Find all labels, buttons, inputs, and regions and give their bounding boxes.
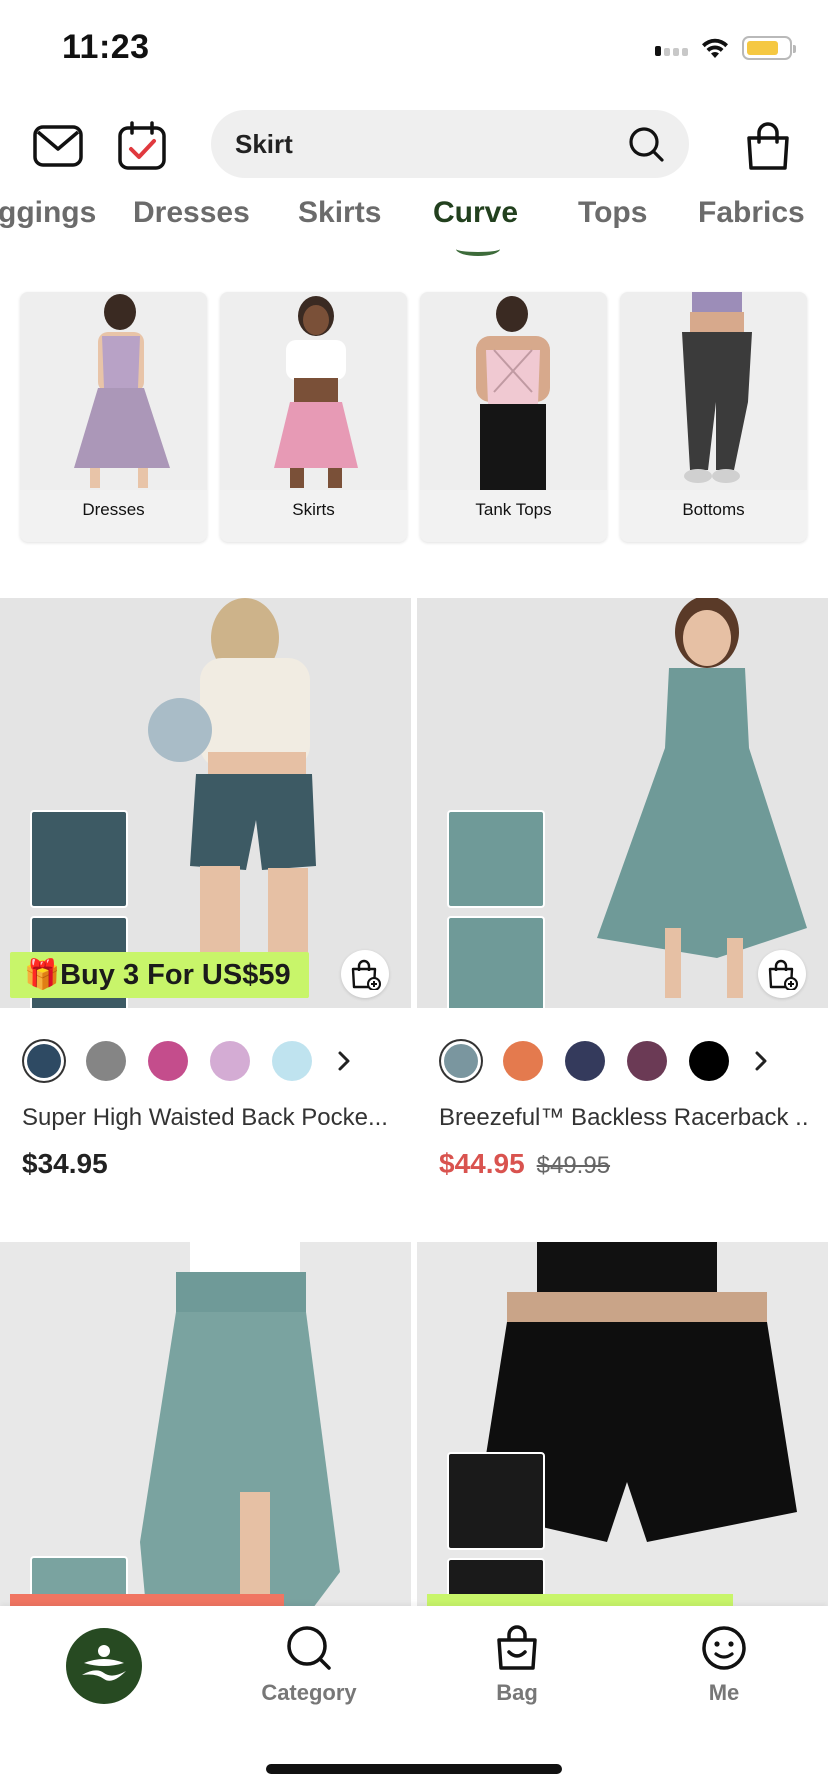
search-input[interactable]: Skirt (235, 129, 627, 160)
color-swatch[interactable] (86, 1041, 126, 1081)
category-card-bottoms[interactable]: Bottoms (620, 292, 807, 542)
brand-logo-icon[interactable] (66, 1628, 142, 1704)
home-indicator (266, 1764, 562, 1774)
color-swatch[interactable] (444, 1044, 478, 1078)
color-swatch[interactable] (210, 1041, 250, 1081)
product-image[interactable] (417, 598, 828, 1008)
thumbnail-image[interactable] (30, 810, 128, 908)
category-label: Tank Tops (475, 500, 552, 519)
promo-badge (10, 1594, 284, 1606)
product-image[interactable] (0, 1242, 411, 1606)
category-label: Bottoms (682, 500, 745, 519)
face-icon (702, 1626, 746, 1670)
product-photo (0, 1242, 411, 1606)
thumbnail-image[interactable] (447, 1452, 545, 1550)
product-card[interactable]: 🎁Buy 3 For US$59 Super High Waisted Back… (0, 598, 411, 1180)
status-bar: 11:23 (0, 0, 828, 96)
tab-curve[interactable]: Curve (433, 196, 518, 230)
category-tabs: ggings Dresses Skirts Curve Tops Fabrics (0, 190, 828, 260)
thumbnail-strip (447, 1452, 545, 1606)
chevron-right-icon[interactable] (751, 1051, 771, 1071)
tab-skirts[interactable]: Skirts (298, 196, 381, 230)
product-card[interactable] (0, 1242, 411, 1606)
product-sale-price: $44.95 (439, 1148, 525, 1179)
category-image (20, 292, 207, 490)
calendar-check-icon[interactable] (114, 118, 170, 174)
thumbnail-image[interactable] (447, 916, 545, 1008)
tab-me[interactable]: Me (664, 1624, 784, 1706)
color-swatch[interactable] (27, 1044, 61, 1078)
category-card-skirts[interactable]: Skirts (220, 292, 407, 542)
product-image[interactable] (417, 1242, 828, 1606)
tab-leggings[interactable]: ggings (0, 196, 96, 230)
product-name[interactable]: Breezeful™ Backless Racerback ... (439, 1104, 809, 1132)
color-swatch[interactable] (272, 1041, 312, 1081)
category-card-tank-tops[interactable]: Tank Tops (420, 292, 607, 542)
promo-badge (427, 1594, 733, 1606)
add-to-bag-icon (351, 959, 381, 990)
product-image[interactable]: 🎁Buy 3 For US$59 (0, 598, 411, 1008)
envelope-icon[interactable] (30, 118, 86, 174)
search-icon[interactable] (627, 125, 665, 163)
category-card-dresses[interactable]: Dresses (20, 292, 207, 542)
category-label: Skirts (292, 500, 335, 519)
tab-label: Category (261, 1680, 357, 1705)
tab-fabrics[interactable]: Fabrics (698, 196, 805, 230)
add-to-bag-icon (768, 959, 798, 990)
product-price: $34.95 (22, 1148, 108, 1179)
thumbnail-image[interactable] (447, 810, 545, 908)
tab-tops[interactable]: Tops (578, 196, 647, 230)
product-card[interactable] (417, 1242, 828, 1606)
category-image (420, 292, 607, 490)
price-row: $44.95 $49.95 (439, 1148, 828, 1180)
color-swatch[interactable] (503, 1041, 543, 1081)
cellular-signal-icon (655, 40, 688, 56)
product-original-price: $49.95 (536, 1152, 611, 1179)
battery-icon (742, 36, 796, 60)
thumbnail-strip (447, 810, 545, 1008)
tab-category[interactable]: Category (249, 1624, 369, 1706)
subcategory-row: Dresses Skirts Tank Tops Bottoms (20, 292, 807, 542)
color-swatch[interactable] (689, 1041, 729, 1081)
search-bar[interactable]: Skirt (211, 110, 689, 178)
price-row: $34.95 (22, 1148, 411, 1180)
chevron-right-icon[interactable] (334, 1051, 354, 1071)
add-to-bag-button[interactable] (758, 950, 806, 998)
tab-dresses[interactable]: Dresses (133, 196, 250, 230)
tab-label: Bag (496, 1680, 538, 1705)
color-swatch[interactable] (148, 1041, 188, 1081)
category-image (620, 292, 807, 490)
product-card[interactable]: Breezeful™ Backless Racerback ... $44.95… (417, 598, 828, 1180)
active-tab-indicator (456, 242, 500, 256)
status-time: 11:23 (62, 28, 150, 66)
category-label: Dresses (82, 500, 145, 519)
status-icons (655, 36, 796, 60)
color-swatches (441, 1040, 828, 1082)
color-swatch[interactable] (565, 1041, 605, 1081)
tab-bag[interactable]: Bag (457, 1624, 577, 1706)
color-swatch[interactable] (627, 1041, 667, 1081)
tab-label: Me (708, 1680, 740, 1705)
top-header: Skirt (0, 104, 828, 184)
shopping-bag-icon[interactable] (740, 118, 796, 174)
promo-badge: 🎁Buy 3 For US$59 (10, 952, 309, 998)
category-image (220, 292, 407, 490)
category-search-icon (287, 1626, 331, 1670)
color-swatches (24, 1040, 411, 1082)
product-name[interactable]: Super High Waisted Back Pocke... (22, 1104, 392, 1132)
bag-smile-icon (497, 1625, 537, 1670)
add-to-bag-button[interactable] (341, 950, 389, 998)
wifi-icon (702, 38, 728, 58)
